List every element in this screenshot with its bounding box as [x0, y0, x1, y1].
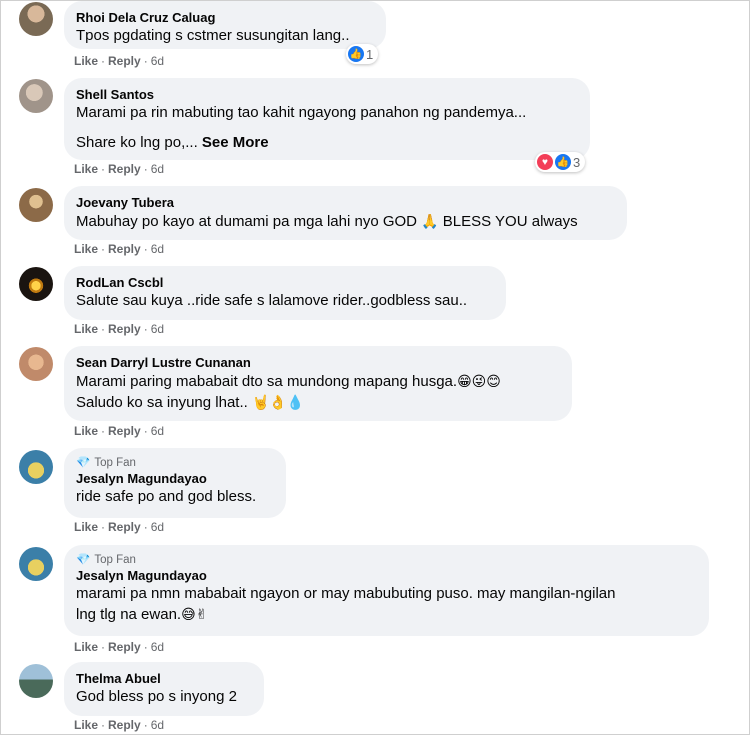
like-link[interactable]: Like: [74, 718, 98, 732]
reply-link[interactable]: Reply: [108, 242, 141, 256]
timestamp[interactable]: 6d: [151, 424, 164, 438]
comment-bubble: RodLan Cscbl Salute sau kuya ..ride safe…: [64, 266, 506, 320]
like-link[interactable]: Like: [74, 520, 98, 534]
reply-link[interactable]: Reply: [108, 640, 141, 654]
like-link[interactable]: Like: [74, 640, 98, 654]
comment-author[interactable]: RodLan Cscbl: [76, 274, 494, 291]
comment-bubble: Shell Santos Marami pa rin mabuting tao …: [64, 78, 590, 160]
reaction-summary[interactable]: 👍 1: [346, 44, 379, 64]
avatar[interactable]: [19, 188, 53, 222]
reply-link[interactable]: Reply: [108, 424, 141, 438]
comment-author[interactable]: Jesalyn Magundayao: [76, 470, 274, 487]
sweat-smile-emoji-icon: 😅✌: [181, 606, 208, 622]
top-fan-badge: 💎 Top Fan: [76, 554, 136, 566]
like-link[interactable]: Like: [74, 162, 98, 176]
comment-bubble: 💎 Top Fan Jesalyn Magundayao marami pa n…: [64, 545, 709, 636]
avatar[interactable]: [19, 347, 53, 381]
like-link[interactable]: Like: [74, 54, 98, 68]
reply-link[interactable]: Reply: [108, 162, 141, 176]
comment-text: Marami pa rin mabuting tao kahit ngayong…: [76, 104, 527, 121]
comment-actions: Like · Reply · 6d: [74, 520, 165, 534]
like-link[interactable]: Like: [74, 242, 98, 256]
comment-text: marami pa nmn mababait ngayon or may mab…: [76, 585, 616, 602]
comment-text: Marami paring mababait dto sa mundong ma…: [76, 373, 458, 390]
comment-text: lng tlg na ewan.: [76, 606, 182, 623]
diamond-icon: 💎: [76, 457, 91, 469]
comment-text: ride safe po and god bless.: [76, 488, 257, 505]
like-reaction-icon: 👍: [555, 154, 571, 170]
comment-author[interactable]: Shell Santos: [76, 86, 578, 103]
comment-bubble: Rhoi Dela Cruz Caluag Tpos pgdating s cs…: [64, 1, 386, 49]
timestamp[interactable]: 6d: [151, 640, 164, 654]
like-link[interactable]: Like: [74, 424, 98, 438]
timestamp[interactable]: 6d: [151, 242, 164, 256]
comment-author[interactable]: Thelma Abuel: [76, 670, 252, 687]
comment-bubble: 💎 Top Fan Jesalyn Magundayao ride safe p…: [64, 448, 286, 518]
comment-actions: Like · Reply · 6d: [74, 242, 165, 256]
top-fan-badge: 💎 Top Fan: [76, 457, 136, 469]
see-more-link[interactable]: See More: [202, 134, 269, 151]
timestamp[interactable]: 6d: [151, 162, 164, 176]
comment-author[interactable]: Rhoi Dela Cruz Caluag: [76, 9, 374, 26]
comment-author[interactable]: Jesalyn Magundayao: [76, 567, 697, 584]
timestamp[interactable]: 6d: [151, 520, 164, 534]
timestamp[interactable]: 6d: [151, 718, 164, 732]
comment-text: Mabuhay po kayo at dumami pa mga lahi ny…: [76, 213, 418, 230]
comment-actions: Like · Reply · 6d: [74, 54, 165, 68]
comment-bubble: Sean Darryl Lustre Cunanan Marami paring…: [64, 346, 572, 421]
avatar[interactable]: [19, 664, 53, 698]
avatar[interactable]: [19, 267, 53, 301]
reply-link[interactable]: Reply: [108, 718, 141, 732]
comment-author[interactable]: Joevany Tubera: [76, 194, 615, 211]
laughing-emoji-icon: 😁😜😊: [457, 373, 501, 389]
comment-feed: Rhoi Dela Cruz Caluag Tpos pgdating s cs…: [0, 0, 750, 735]
comment-bubble: Joevany Tubera Mabuhay po kayo at dumami…: [64, 186, 627, 240]
avatar[interactable]: [19, 450, 53, 484]
comment-actions: Like · Reply · 6d: [74, 640, 165, 654]
comment-text: Tpos pgdating s cstmer susungitan lang..: [76, 27, 350, 44]
reply-link[interactable]: Reply: [108, 54, 141, 68]
reaction-count: 3: [573, 154, 581, 170]
comment-actions: Like · Reply · 6d: [74, 322, 165, 336]
timestamp[interactable]: 6d: [151, 54, 164, 68]
love-reaction-icon: ♥: [537, 154, 553, 170]
like-reaction-icon: 👍: [348, 46, 364, 62]
reaction-summary[interactable]: ♥ 👍 3: [535, 152, 586, 172]
comment-text: BLESS YOU always: [442, 213, 578, 230]
diamond-icon: 💎: [76, 554, 91, 566]
reaction-count: 1: [366, 46, 374, 62]
comment-text: God bless po s inyong 2: [76, 688, 237, 705]
reply-link[interactable]: Reply: [108, 322, 141, 336]
hand-gesture-emoji-icon: 🤘👌💧: [251, 394, 305, 410]
pray-emoji-icon: 🙏: [421, 213, 439, 229]
avatar[interactable]: [19, 2, 53, 36]
comment-text: Saludo ko sa inyung lhat..: [76, 394, 248, 411]
like-link[interactable]: Like: [74, 322, 98, 336]
comment-actions: Like · Reply · 6d: [74, 162, 165, 176]
comment-actions: Like · Reply · 6d: [74, 424, 165, 438]
comment-actions: Like · Reply · 6d: [74, 718, 165, 732]
comment-text: Share ko lng po,...: [76, 134, 198, 151]
reply-link[interactable]: Reply: [108, 520, 141, 534]
avatar[interactable]: [19, 79, 53, 113]
comment-author[interactable]: Sean Darryl Lustre Cunanan: [76, 354, 560, 371]
avatar[interactable]: [19, 547, 53, 581]
comment-bubble: Thelma Abuel God bless po s inyong 2: [64, 662, 264, 716]
timestamp[interactable]: 6d: [151, 322, 164, 336]
comment-text: Salute sau kuya ..ride safe s lalamove r…: [76, 292, 468, 309]
